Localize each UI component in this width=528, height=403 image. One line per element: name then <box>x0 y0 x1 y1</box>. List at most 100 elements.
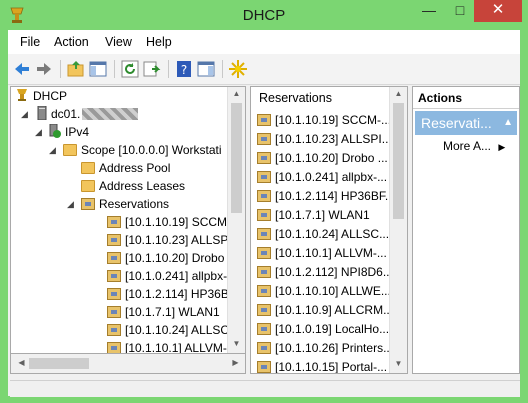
toolbar: ? <box>8 54 520 85</box>
collapse-triangle-icon[interactable]: ◢ <box>49 145 56 156</box>
tree-node-address-pool[interactable]: Address Pool <box>81 159 170 177</box>
reservation-icon <box>257 323 271 335</box>
tree-node-server[interactable]: dc01. <box>37 105 139 123</box>
scroll-up-arrow-icon[interactable]: ▲ <box>390 89 407 98</box>
address-leases-icon <box>81 180 95 192</box>
title-bar[interactable]: DHCP — □ ✕ <box>0 0 528 30</box>
list-item[interactable]: [10.1.10.9] ALLCRM... <box>257 301 393 319</box>
show-hide-action-pane-icon[interactable] <box>196 59 216 79</box>
list-item[interactable]: [10.1.0.241] allpbx-... <box>257 168 387 186</box>
collapse-up-arrow-icon[interactable]: ▲ <box>503 111 513 135</box>
up-folder-icon[interactable] <box>66 59 86 79</box>
scroll-down-arrow-icon[interactable]: ▼ <box>390 359 407 368</box>
server-icon <box>37 106 47 120</box>
results-list[interactable]: Reservations [10.1.10.19] SCCM-... [10.1.… <box>250 86 408 374</box>
svg-text:?: ? <box>181 63 187 77</box>
tree-scroll-thumb[interactable] <box>231 103 242 213</box>
redacted-server-name <box>82 108 139 120</box>
folder-icon <box>63 144 77 156</box>
collapse-triangle-icon[interactable]: ◢ <box>21 109 28 120</box>
list-item-label: [10.1.2.112] NPI8D6... <box>275 265 393 279</box>
star-burst-icon[interactable] <box>228 59 248 79</box>
more-actions-link[interactable]: More A... ▶ <box>443 139 505 153</box>
tree-reservation-item[interactable]: [10.1.10.19] SCCM- <box>107 213 231 231</box>
menu-help[interactable]: Help <box>146 35 172 49</box>
collapse-triangle-icon[interactable]: ◢ <box>67 199 74 210</box>
list-item[interactable]: [10.1.2.112] NPI8D6... <box>257 263 393 281</box>
menu-file[interactable]: File <box>20 35 40 49</box>
refresh-icon[interactable] <box>120 59 140 79</box>
close-button[interactable]: ✕ <box>474 0 522 22</box>
tree-label-scope: Scope [10.0.0.0] Workstati <box>81 143 222 157</box>
list-item[interactable]: [10.1.10.24] ALLSC... <box>257 225 389 243</box>
minimize-button[interactable]: — <box>414 0 444 22</box>
toolbar-separator <box>114 60 115 78</box>
list-scroll-thumb[interactable] <box>393 103 404 219</box>
ipv4-icon <box>49 124 61 138</box>
reservation-icon <box>257 285 271 297</box>
reservation-icon <box>257 114 271 126</box>
reservation-icon <box>257 228 271 240</box>
scroll-right-arrow-icon[interactable]: ▶ <box>227 358 244 367</box>
actions-header: Actions <box>413 87 519 109</box>
tree-reservation-item[interactable]: [10.1.10.23] ALLSPI <box>107 231 232 249</box>
dhcp-window: DHCP — □ ✕ File Action View Help ? DHCP … <box>0 0 528 403</box>
tree-node-scope[interactable]: Scope [10.0.0.0] Workstati <box>63 141 222 159</box>
list-vertical-scrollbar[interactable]: ▲ ▼ <box>389 87 407 373</box>
tree-node-dhcp[interactable]: DHCP <box>15 87 67 105</box>
list-column-header[interactable]: Reservations <box>251 87 391 109</box>
scroll-left-arrow-icon[interactable]: ◀ <box>13 358 30 367</box>
list-item[interactable]: [10.1.10.26] Printers... <box>257 339 393 357</box>
tree-reservation-item[interactable]: [10.1.10.1] ALLVM- <box>107 339 227 354</box>
reservation-icon <box>257 247 271 259</box>
reservation-icon <box>257 266 271 278</box>
scroll-up-arrow-icon[interactable]: ▲ <box>228 89 245 98</box>
tree-node-ipv4[interactable]: IPv4 <box>49 123 89 141</box>
reservation-icon <box>257 342 271 354</box>
help-icon[interactable]: ? <box>174 59 194 79</box>
reservation-icon <box>257 152 271 164</box>
list-item[interactable]: [10.1.10.1] ALLVM-... <box>257 244 387 262</box>
list-item-label: [10.1.10.23] ALLSPI... <box>275 132 392 146</box>
tree-label-reservations: Reservations <box>99 197 170 211</box>
back-arrow-icon[interactable] <box>12 59 32 79</box>
export-list-icon[interactable] <box>142 59 162 79</box>
tree-node-reservations[interactable]: Reservations <box>81 195 169 213</box>
tree-reservation-item[interactable]: [10.1.10.24] ALLSCI <box>107 321 232 339</box>
show-hide-tree-icon[interactable] <box>88 59 108 79</box>
list-item-label: [10.1.7.1] WLAN1 <box>275 208 370 222</box>
list-item[interactable]: [10.1.0.19] LocalHo... <box>257 320 389 338</box>
tree-node-address-leases[interactable]: Address Leases <box>81 177 185 195</box>
reservation-icon <box>107 324 121 336</box>
list-item[interactable]: [10.1.10.10] ALLWE... <box>257 282 391 300</box>
tree-reservation-label: [10.1.0.241] allpbx- <box>125 269 228 283</box>
console-tree[interactable]: DHCP ◢ dc01. ◢ IPv4 ◢ Scope [10.0.0.0] W… <box>10 86 246 354</box>
list-item[interactable]: [10.1.10.23] ALLSPI... <box>257 130 392 148</box>
forward-arrow-icon[interactable] <box>34 59 54 79</box>
collapse-triangle-icon[interactable]: ◢ <box>35 127 42 138</box>
reservation-icon <box>107 306 121 318</box>
list-item[interactable]: [10.1.10.15] Portal-... <box>257 358 388 374</box>
tree-vertical-scrollbar[interactable]: ▲ ▼ <box>227 87 245 353</box>
tree-reservation-item[interactable]: [10.1.2.114] HP36B <box>107 285 229 303</box>
menu-view[interactable]: View <box>105 35 132 49</box>
list-item[interactable]: [10.1.10.19] SCCM-... <box>257 111 391 129</box>
tree-hscroll-thumb[interactable] <box>29 358 89 369</box>
tree-horizontal-scrollbar[interactable]: ◀ ▶ <box>10 354 246 374</box>
actions-section-reservations[interactable]: Reservati... ▲ <box>415 111 517 135</box>
list-item[interactable]: [10.1.10.20] Drobo ... <box>257 149 388 167</box>
menu-action[interactable]: Action <box>54 35 89 49</box>
list-item[interactable]: [10.1.2.114] HP36BF... <box>257 187 395 205</box>
scroll-down-arrow-icon[interactable]: ▼ <box>228 339 245 348</box>
reservation-icon <box>107 234 121 246</box>
reservations-folder-icon <box>81 198 95 210</box>
list-item-label: [10.1.10.15] Portal-... <box>275 360 388 374</box>
list-item-label: [10.1.0.19] LocalHo... <box>275 322 390 336</box>
status-bar <box>10 380 520 397</box>
tree-reservation-item[interactable]: [10.1.0.241] allpbx- <box>107 267 227 285</box>
tree-reservation-item[interactable]: [10.1.10.20] Drobo <box>107 249 224 267</box>
tree-reservation-item[interactable]: [10.1.7.1] WLAN1 <box>107 303 220 321</box>
maximize-button[interactable]: □ <box>445 0 475 22</box>
tree-reservation-label: [10.1.10.1] ALLVM- <box>125 341 227 354</box>
list-item[interactable]: [10.1.7.1] WLAN1 <box>257 206 370 224</box>
